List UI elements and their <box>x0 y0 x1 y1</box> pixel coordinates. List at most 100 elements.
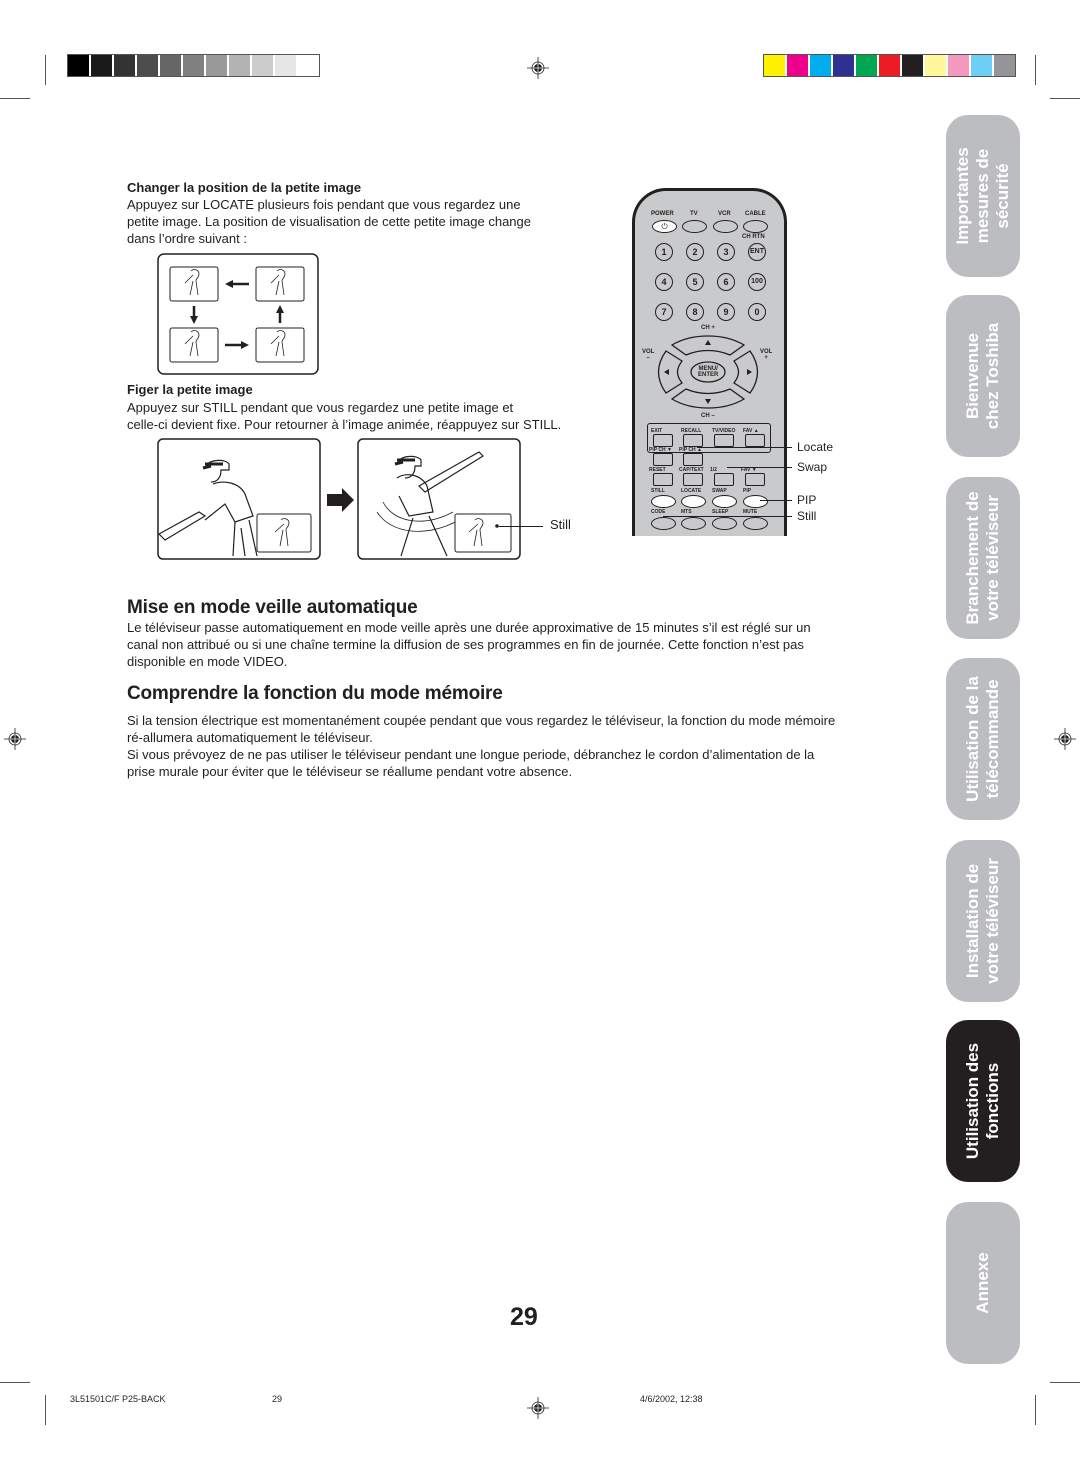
text-line: celle-ci devient fixe. Pour retourner à … <box>127 417 562 432</box>
remote-button[interactable] <box>653 473 673 486</box>
color-swatch <box>879 55 902 76</box>
crop-mark <box>1035 55 1036 85</box>
remote-button[interactable] <box>745 434 765 447</box>
pip-position-top-left <box>169 266 219 302</box>
tv-button[interactable] <box>682 220 707 233</box>
digit-button[interactable]: 6 <box>717 273 735 291</box>
color-swatch <box>902 55 925 76</box>
registration-mark-icon <box>4 728 26 750</box>
tab-label: Utilisation des fonctions <box>963 1042 1002 1160</box>
vol-up-button <box>733 350 759 394</box>
digit-button[interactable]: 5 <box>686 273 704 291</box>
tab-installation-de-votre-televiseur[interactable]: Installation de votre téléviseur <box>946 840 1020 1002</box>
color-swatch <box>160 55 183 76</box>
crop-mark <box>1050 98 1080 99</box>
remote-button[interactable] <box>653 434 673 447</box>
tab-branchement-de-votre-televiseur[interactable]: Branchement de votre téléviseur <box>946 477 1020 639</box>
registration-mark-icon <box>1054 728 1076 750</box>
footer-date: 4/6/2002, 12:38 <box>640 1394 703 1404</box>
color-swatch <box>206 55 229 76</box>
digit-button[interactable]: 100 <box>748 273 766 291</box>
digit-button[interactable]: ENT <box>748 243 766 261</box>
button-label: SLEEP <box>712 509 729 515</box>
remote-button-mute[interactable] <box>743 517 768 530</box>
remote-button-mts[interactable] <box>681 517 706 530</box>
tab-label: Branchement de votre téléviseur <box>963 491 1002 625</box>
crop-mark <box>1050 1382 1080 1383</box>
power-button[interactable]: ⏻ <box>652 220 677 233</box>
button-label: STILL <box>651 488 665 494</box>
tab-utilisation-des-fonctions[interactable]: Utilisation des fonctions <box>946 1020 1020 1182</box>
still-remote-callout: Still <box>797 509 817 523</box>
remote-button-swap[interactable] <box>712 495 737 508</box>
remote-button-locate[interactable] <box>681 495 706 508</box>
remote-button[interactable] <box>714 473 734 486</box>
page-number: 29 <box>510 1303 538 1331</box>
sleep-section-title: Mise en mode veille automatique <box>127 597 418 618</box>
text-line: Si vous prévoyez de ne pas utiliser le t… <box>127 747 815 762</box>
pip-position-bottom-left <box>169 327 219 363</box>
vol-down-button <box>657 350 683 394</box>
button-label: MUTE <box>743 509 758 515</box>
still-callout: Still <box>550 517 571 532</box>
tab-utilisation-de-la-telecommande[interactable]: Utilisation de la télécommande <box>946 658 1020 820</box>
digit-button[interactable]: 1 <box>655 243 673 261</box>
button-label: SWAP <box>712 488 727 494</box>
menu-enter-label: MENU/ ENTER <box>698 366 719 378</box>
button-label: PIP <box>743 488 752 494</box>
remote-button[interactable] <box>683 434 703 447</box>
button-label: CODE <box>651 509 666 515</box>
color-swatch <box>252 55 275 76</box>
vcr-button[interactable] <box>713 220 738 233</box>
tab-bienvenue-chez-toshiba[interactable]: Bienvenue chez Toshiba <box>946 295 1020 457</box>
registration-mark-icon <box>527 1397 549 1419</box>
remote-button[interactable] <box>653 453 673 466</box>
text-line: disponible en mode VIDEO. <box>127 654 288 669</box>
pip-position-bottom-right <box>255 327 305 363</box>
color-swatch <box>91 55 114 76</box>
pip-callout: PIP <box>797 493 817 507</box>
remote-button[interactable] <box>714 434 734 447</box>
color-swatch <box>787 55 810 76</box>
tab-importantes-mesures-de-securite[interactable]: Importantes mesures de sécurité <box>946 115 1020 277</box>
remote-button[interactable] <box>683 453 703 466</box>
pip-window <box>256 513 312 553</box>
color-swatch <box>183 55 206 76</box>
text-line: Si la tension électrique est momentanéme… <box>127 713 836 728</box>
digit-button[interactable]: 4 <box>655 273 673 291</box>
cable-label: CABLE <box>745 211 766 217</box>
color-swatch <box>994 55 1015 76</box>
text-line: Le téléviseur passe automatiquement en m… <box>127 620 811 635</box>
button-label: LOCATE <box>681 488 702 494</box>
digit-button[interactable]: 3 <box>717 243 735 261</box>
cable-button[interactable] <box>743 220 768 233</box>
locate-callout: Locate <box>797 440 834 454</box>
remote-button-still[interactable] <box>651 495 676 508</box>
digit-button[interactable]: 0 <box>748 303 766 321</box>
digit-button[interactable]: 7 <box>655 303 673 321</box>
locate-description: Appuyez sur LOCATE plusieurs fois pendan… <box>127 196 531 247</box>
remote-button-pip[interactable] <box>743 495 768 508</box>
still-leader-line <box>499 526 543 527</box>
color-swatch <box>229 55 252 76</box>
pip-position-top-right <box>255 266 305 302</box>
remote-button-sleep[interactable] <box>712 517 737 530</box>
tab-label: Importantes mesures de sécurité <box>953 147 1012 245</box>
swap-callout: Swap <box>797 460 828 474</box>
color-swatch <box>298 55 319 76</box>
ch-minus-label: CH – <box>701 413 715 419</box>
memory-section-body: Si la tension électrique est momentanéme… <box>127 712 917 780</box>
tab-annexe[interactable]: Annexe <box>946 1202 1020 1364</box>
digit-button[interactable]: 2 <box>686 243 704 261</box>
text-line: petite image. La position de visualisati… <box>127 214 531 229</box>
remote-button[interactable] <box>683 473 703 486</box>
remote-button[interactable] <box>745 473 765 486</box>
color-swatch <box>948 55 971 76</box>
button-label: MTS <box>681 509 692 515</box>
color-swatch <box>833 55 856 76</box>
remote-button-code[interactable] <box>651 517 676 530</box>
digit-button[interactable]: 8 <box>686 303 704 321</box>
digit-button[interactable]: 9 <box>717 303 735 321</box>
footer-job-id: 3L51501C/F P25-BACK <box>70 1394 166 1404</box>
tab-label: Installation de votre téléviseur <box>963 858 1002 984</box>
